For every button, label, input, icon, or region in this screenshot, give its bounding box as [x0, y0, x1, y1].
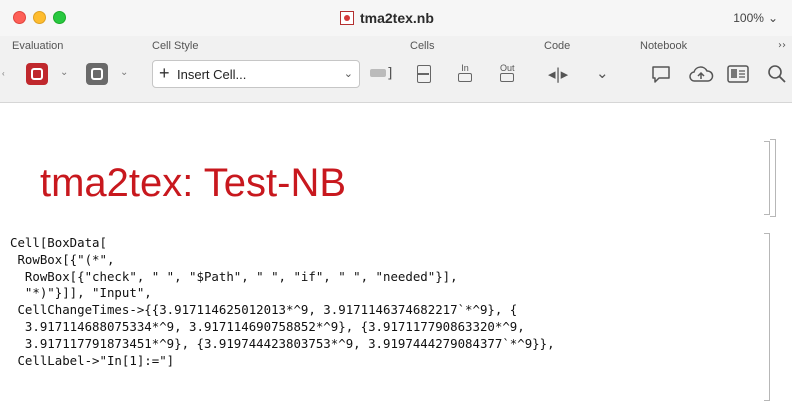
chevron-down-icon: ⌄	[767, 11, 778, 25]
notebook-file-icon	[340, 11, 354, 25]
speech-bubble-icon[interactable]	[650, 63, 672, 85]
code-line: RowBox[{"(*",	[10, 251, 115, 267]
cloud-upload-icon[interactable]	[688, 63, 714, 85]
cell-box-icon	[458, 73, 472, 82]
bracket-icon: ]	[387, 66, 393, 82]
zoom-control[interactable]: 100% ⌄	[733, 11, 778, 25]
evaluate-dropdown-chevron-icon[interactable]: ⌄	[60, 67, 68, 78]
title-cell[interactable]: tma2tex: Test-NB	[40, 161, 346, 206]
divider-line-icon	[418, 73, 429, 75]
picture-icon[interactable]	[726, 63, 750, 85]
double-chevron-down-icon[interactable]: ⌄	[596, 64, 609, 82]
cell-box-icon	[500, 73, 515, 82]
code-line: CellLabel->"In[1]:="]	[10, 352, 175, 368]
code-line: CellChangeTimes->{{3.917114625012013*^9,…	[10, 302, 518, 318]
code-line: Cell[BoxData[	[10, 235, 107, 250]
split-code-icon[interactable]: ◂|▸	[548, 65, 568, 83]
out-cell-button[interactable]: Out	[500, 64, 515, 84]
code-line: "*)"}]], "Input",	[10, 285, 152, 301]
toolbar-overflow-right-icon[interactable]: ››	[778, 40, 786, 51]
code-line: 3.917117791873451*^9}, {3.91974442380375…	[10, 335, 555, 351]
maximize-window-button[interactable]	[53, 11, 66, 24]
cell-bracket-style-icon[interactable]	[370, 69, 386, 77]
minimize-window-button[interactable]	[33, 11, 46, 24]
zoom-value: 100%	[733, 11, 764, 25]
toolbar-overflow-left-icon[interactable]: ‹	[2, 69, 5, 78]
search-icon[interactable]	[766, 63, 788, 85]
in-cell-button[interactable]: In	[458, 64, 472, 84]
input-cell-bracket[interactable]	[764, 233, 770, 401]
window-title-text: tma2tex.nb	[360, 10, 434, 26]
notebook-content: tma2tex: Test-NB Cell[BoxData[ RowBox[{"…	[0, 103, 792, 409]
group-label-notebook: Notebook	[640, 40, 688, 52]
evaluate-notebook-button[interactable]	[26, 63, 48, 85]
window-title: tma2tex.nb	[340, 9, 434, 27]
divide-cell-button[interactable]	[417, 65, 431, 83]
code-line: 3.917114688075334*^9, 3.917114690758852*…	[10, 318, 525, 334]
group-label-cell-style: Cell Style	[152, 40, 199, 52]
insert-cell-label: Insert Cell...	[177, 67, 247, 82]
code-line: RowBox[{"check", " ", "$Path", " ", "if"…	[10, 268, 458, 284]
close-window-button[interactable]	[13, 11, 26, 24]
input-cell[interactable]: Cell[BoxData[ RowBox[{"(*", RowBox[{"che…	[10, 235, 555, 369]
group-label-code: Code	[544, 40, 571, 52]
insert-cell-select[interactable]: + Insert Cell... ⌄	[152, 60, 360, 88]
chevron-down-icon: ⌄	[343, 68, 353, 80]
evaluate-cells-button[interactable]	[86, 63, 108, 85]
evaluate-cells-dropdown-chevron-icon[interactable]: ⌄	[120, 67, 128, 78]
plus-icon: +	[159, 63, 170, 83]
toolbar: Evaluation Cell Style Cells Code Noteboo…	[0, 36, 792, 103]
group-cell-bracket[interactable]	[770, 139, 776, 217]
group-label-evaluation: Evaluation	[12, 40, 64, 52]
in-label: In	[461, 63, 469, 73]
group-label-cells: Cells	[410, 40, 435, 52]
gear-icon	[91, 68, 103, 80]
out-label: Out	[500, 63, 515, 73]
gear-icon	[31, 68, 43, 80]
title-bar: tma2tex.nb 100% ⌄	[0, 0, 792, 36]
